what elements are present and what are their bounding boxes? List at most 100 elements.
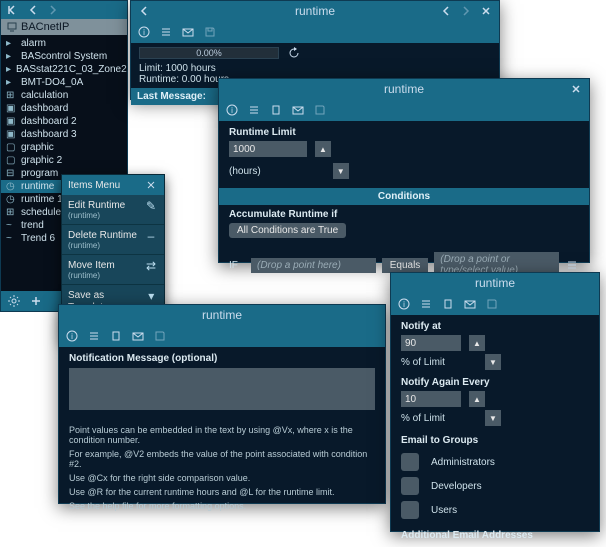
info-icon[interactable]: i [225, 103, 239, 117]
tree-toggle-icon: ~ [6, 220, 16, 231]
help-text: See the help file for more formatting op… [69, 499, 375, 513]
mail-icon[interactable] [181, 25, 195, 39]
tree-toggle-icon: ▢ [6, 155, 16, 166]
save-icon[interactable] [313, 103, 327, 117]
doc-icon[interactable] [441, 297, 455, 311]
spin-up-icon[interactable]: ▲ [469, 335, 485, 351]
ctx-item-label: Delete Runtime [68, 230, 137, 241]
mail-icon[interactable] [131, 329, 145, 343]
tree-item[interactable]: ⊞calculation [1, 89, 127, 102]
group-checkbox[interactable] [401, 453, 419, 471]
ctx-item-sub: (runtime) [68, 211, 125, 220]
close-icon[interactable] [144, 178, 158, 192]
protocol-label: BACnetIP [21, 21, 69, 33]
refresh-icon[interactable] [287, 46, 301, 60]
forward-icon[interactable] [46, 3, 60, 17]
tree-item-label: dashboard 2 [21, 116, 77, 127]
doc-icon[interactable] [109, 329, 123, 343]
tree-item[interactable]: ▸ BAScontrol System [1, 50, 127, 63]
help-text: Use @Cx for the right side comparison va… [69, 471, 375, 485]
back-icon[interactable] [26, 3, 40, 17]
tree-item-label: BMT-DO4_0A [21, 77, 83, 88]
tree-item[interactable]: ▢graphic 2 [1, 154, 127, 167]
window-title: runtime [295, 4, 335, 18]
save-icon[interactable] [203, 25, 217, 39]
tree-item[interactable]: ▣dashboard [1, 102, 127, 115]
collapse-icon[interactable] [6, 3, 20, 17]
protocol-row[interactable]: BACnetIP [1, 19, 127, 35]
tree-item[interactable]: ▣dashboard 3 [1, 128, 127, 141]
accumulate-mode-select[interactable]: All Conditions are True [229, 223, 346, 238]
tree-item[interactable]: ▣dashboard 2 [1, 115, 127, 128]
help-text: Use @R for the current runtime hours and… [69, 485, 375, 499]
tree-toggle-icon: ▸ [6, 64, 11, 75]
tree-toggle-icon: ▸ [6, 51, 16, 62]
group-checkbox[interactable] [401, 501, 419, 519]
notify-again-label: Notify Again Every [401, 377, 589, 388]
info-icon[interactable]: i [397, 297, 411, 311]
tree-item[interactable]: ▸BASstat221C_03_Zone2 [1, 63, 127, 76]
list-icon[interactable] [247, 103, 261, 117]
toolbar: i [131, 21, 499, 43]
toolbar: i [219, 99, 589, 121]
message-label: Notification Message (optional) [69, 353, 375, 364]
tree-item-label: Trend 6 [21, 233, 55, 244]
runtime-limit-label: Runtime Limit [229, 127, 579, 138]
ctx-item-sub: (runtime) [68, 271, 115, 280]
accumulate-label: Accumulate Runtime if [229, 209, 579, 220]
tree-item[interactable]: ▸BMT-DO4_0A [1, 76, 127, 89]
mail-icon[interactable] [291, 103, 305, 117]
notify-again-input[interactable] [401, 391, 461, 407]
context-menu-item[interactable]: Delete Runtime(runtime)– [62, 225, 164, 255]
notify-at-input[interactable] [401, 335, 461, 351]
context-menu-item[interactable]: Move Item(runtime) ⇄ [62, 255, 164, 285]
list-icon[interactable] [87, 329, 101, 343]
svg-text:i: i [71, 332, 73, 341]
list-icon[interactable] [419, 297, 433, 311]
save-icon[interactable] [153, 329, 167, 343]
spin-up-icon[interactable]: ▲ [315, 141, 331, 157]
spin-down-icon[interactable]: ▼ [485, 410, 501, 426]
list-icon[interactable] [159, 25, 173, 39]
svg-text:i: i [231, 106, 233, 115]
back-icon[interactable] [137, 4, 151, 18]
context-menu-title: Items Menu [68, 180, 120, 191]
tree-item-label: runtime [21, 181, 54, 192]
spin-down-icon[interactable]: ▼ [485, 354, 501, 370]
mail-icon[interactable] [463, 297, 477, 311]
context-menu-item[interactable]: Edit Runtime(runtime)✎ [62, 195, 164, 225]
save-icon[interactable] [485, 297, 499, 311]
doc-icon[interactable] [269, 103, 283, 117]
ctx-item-label: Move Item [68, 260, 115, 271]
tree-item[interactable]: ▢graphic [1, 141, 127, 154]
tree-item-label: runtime 1 [21, 194, 63, 205]
notify-at-unit: % of Limit [401, 357, 445, 368]
close-icon[interactable] [479, 4, 493, 18]
tree-item-label: dashboard 3 [21, 129, 77, 140]
window-title: runtime [202, 308, 242, 322]
tree-item-label: graphic [21, 142, 54, 153]
close-icon[interactable] [569, 82, 583, 96]
titlebar: runtime [219, 79, 589, 99]
runtime-limit-input[interactable] [229, 141, 307, 157]
back-icon[interactable] [439, 4, 453, 18]
point-dropzone[interactable]: (Drop a point here) [251, 258, 376, 273]
spin-down-icon[interactable]: ▼ [333, 163, 349, 179]
tree-toggle-icon: ◷ [6, 181, 16, 192]
group-label: Developers [431, 481, 482, 492]
list-icon[interactable] [565, 258, 579, 272]
message-textarea[interactable] [69, 368, 375, 410]
group-row: Administrators [401, 450, 589, 474]
ctx-action-icon: ⇄ [144, 259, 158, 273]
operator-select[interactable]: Equals [382, 258, 429, 273]
spin-up-icon[interactable]: ▲ [469, 391, 485, 407]
tree-item[interactable]: ▸alarm [1, 37, 127, 50]
help-text: Point values can be embedded in the text… [69, 423, 375, 447]
tree-item-label: BAScontrol System [21, 51, 107, 62]
info-icon[interactable]: i [137, 25, 151, 39]
info-icon[interactable]: i [65, 329, 79, 343]
forward-icon[interactable] [459, 4, 473, 18]
gear-icon[interactable] [7, 294, 21, 308]
group-checkbox[interactable] [401, 477, 419, 495]
add-icon[interactable] [29, 294, 43, 308]
